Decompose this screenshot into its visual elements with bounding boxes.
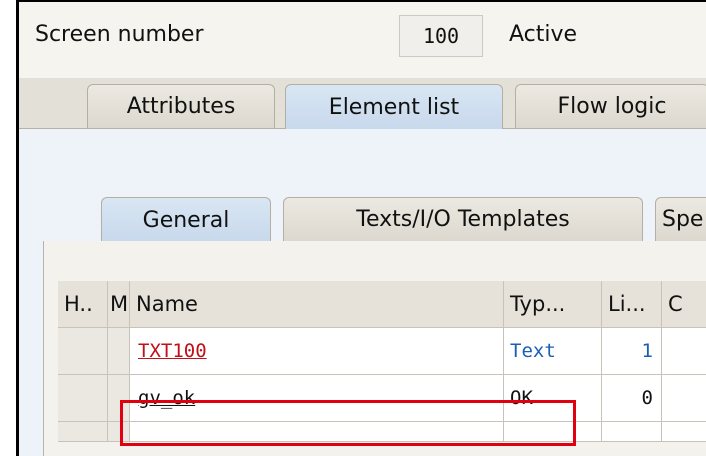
type-cell: Text [504, 328, 602, 375]
column-cell [662, 375, 706, 422]
screen-number-field[interactable]: 100 [399, 15, 483, 57]
screen-status: Active [509, 22, 578, 47]
column-header-name[interactable]: Name [130, 281, 504, 328]
tab-element-list[interactable]: Element list [285, 84, 503, 129]
type-cell [504, 422, 602, 442]
column-header-type[interactable]: Typ... [504, 281, 602, 328]
element-name-link[interactable]: TXT100 [138, 340, 207, 362]
column-header-line[interactable]: Li... [602, 281, 662, 328]
column-header-m[interactable]: M [108, 281, 130, 328]
tab-texts-io-templates[interactable]: Texts/I/O Templates [283, 197, 643, 241]
column-cell [662, 422, 706, 442]
line-cell: 0 [602, 375, 662, 422]
row-marker [108, 422, 130, 442]
screen-painter-window: Screen number 100 Active Attributes Elem… [16, 0, 706, 456]
tab-attributes[interactable]: Attributes [87, 84, 275, 128]
column-header-h[interactable]: H.. [58, 281, 108, 328]
table-row[interactable]: TXT100 Text 1 [58, 328, 706, 375]
row-marker [108, 328, 130, 375]
name-cell[interactable]: gv_ok [130, 375, 504, 422]
name-cell[interactable] [130, 422, 504, 442]
screen-number-label: Screen number [35, 22, 204, 47]
tab-texts-io-templates-label: Texts/I/O Templates [356, 207, 570, 232]
main-tabstrip: Attributes Element list Flow logic [19, 78, 706, 129]
tab-flow-logic[interactable]: Flow logic [515, 84, 706, 128]
column-cell [662, 328, 706, 375]
sub-tabstrip: General Texts/I/O Templates Spe [43, 191, 706, 242]
element-name-field[interactable]: gv_ok [138, 387, 195, 409]
row-selector[interactable] [58, 422, 108, 442]
screen-header: Screen number 100 Active [19, 2, 706, 78]
table-row[interactable]: gv_ok OK 0 [58, 375, 706, 422]
tab-special[interactable]: Spe [655, 197, 706, 241]
line-cell [602, 422, 662, 442]
row-selector[interactable] [58, 375, 108, 422]
tab-special-label: Spe [662, 207, 704, 232]
tab-flow-logic-label: Flow logic [557, 94, 667, 119]
row-selector[interactable] [58, 328, 108, 375]
table-row [58, 422, 706, 442]
tab-general[interactable]: General [101, 197, 271, 242]
column-header-c[interactable]: C [662, 281, 706, 328]
element-grid-area: H.. M Name Typ... Li... C TXT100 Text 1 [43, 241, 706, 456]
tab-general-label: General [142, 207, 230, 233]
tab-element-list-label: Element list [328, 94, 460, 120]
table-header-row: H.. M Name Typ... Li... C [58, 281, 706, 328]
name-cell[interactable]: TXT100 [130, 328, 504, 375]
tab-attributes-label: Attributes [126, 94, 236, 119]
line-cell: 1 [602, 328, 662, 375]
row-marker [108, 375, 130, 422]
element-list-panel: General Texts/I/O Templates Spe H.. M Na… [19, 129, 706, 456]
type-cell[interactable]: OK [504, 375, 602, 422]
